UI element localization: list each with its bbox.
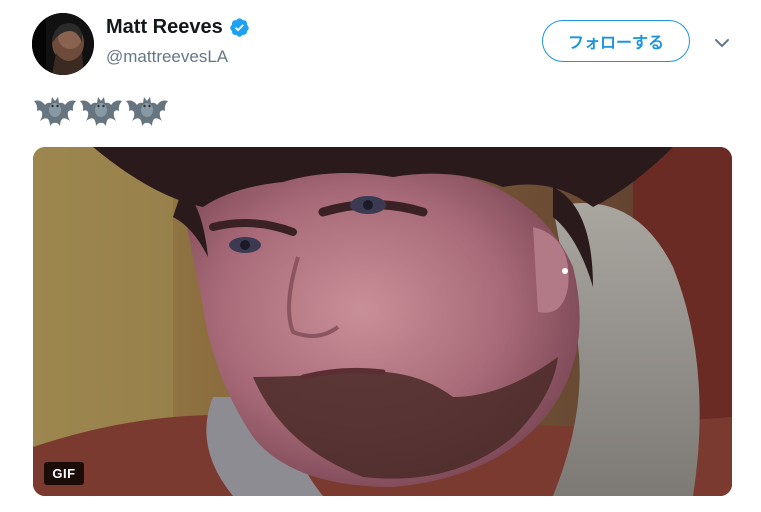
avatar[interactable] [32, 13, 94, 75]
gif-badge: GIF [44, 462, 84, 485]
chevron-down-icon[interactable] [713, 36, 731, 48]
media-gif[interactable] [33, 147, 732, 496]
author-handle[interactable]: @mattreevesLA [106, 46, 228, 68]
display-name[interactable]: Matt Reeves [106, 14, 223, 40]
bat-icon [33, 95, 77, 127]
avatar-image [32, 13, 94, 75]
verified-badge-icon [229, 17, 250, 38]
tweet-text [33, 94, 171, 128]
bat-icon [79, 95, 123, 127]
gif-frame-image [33, 147, 732, 496]
follow-button[interactable]: フォローする [542, 20, 690, 62]
author-name-row[interactable]: Matt Reeves [106, 14, 250, 40]
bat-icon [125, 95, 169, 127]
